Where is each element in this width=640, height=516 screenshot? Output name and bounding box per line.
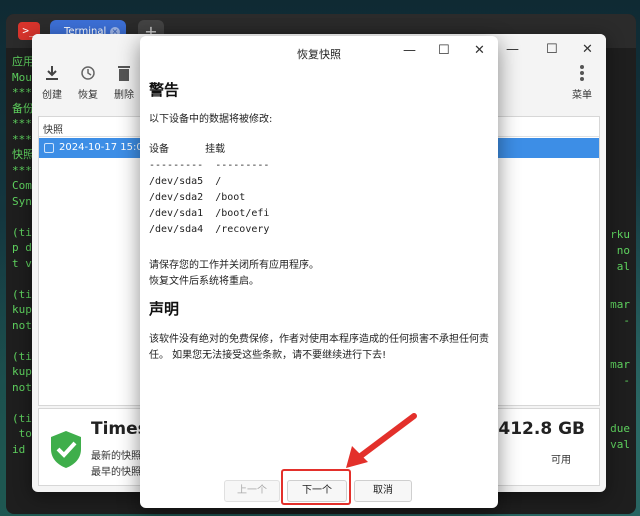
terminal-line-right: no bbox=[610, 244, 630, 257]
minimize-icon[interactable]: — bbox=[506, 42, 519, 57]
disclaimer-heading: 声明 bbox=[149, 300, 180, 318]
reboot-text: 恢复文件后系统将重启。 bbox=[149, 276, 259, 287]
terminal-line-right: - bbox=[616, 374, 630, 387]
clock-icon bbox=[81, 66, 95, 80]
annotation-arrow-icon bbox=[346, 413, 417, 468]
device-row: /dev/sda2 /boot bbox=[149, 192, 246, 203]
previous-button[interactable]: 上一个 bbox=[224, 480, 280, 502]
device-table-separator: --------- --------- bbox=[149, 160, 270, 171]
latest-snapshot-label: 最新的快照 bbox=[91, 451, 141, 462]
restore-button[interactable]: 恢复 bbox=[68, 64, 108, 101]
available-label: 可用 bbox=[551, 455, 571, 466]
snapshot-icon bbox=[44, 143, 54, 153]
more-vertical-icon bbox=[580, 65, 584, 81]
terminal-line-right: al bbox=[616, 260, 630, 273]
close-icon[interactable]: ✕ bbox=[582, 42, 593, 57]
snapshot-date: 2024-10-17 15:09 bbox=[59, 142, 150, 153]
maximize-icon[interactable]: ☐ bbox=[438, 43, 450, 58]
device-row: /dev/sda5 / bbox=[149, 176, 222, 187]
terminal-line-right: val bbox=[610, 438, 630, 451]
create-button[interactable]: 创建 bbox=[32, 64, 72, 101]
maximize-icon[interactable]: ☐ bbox=[546, 42, 558, 57]
oldest-snapshot-label: 最早的快照 bbox=[91, 467, 141, 478]
download-icon bbox=[46, 66, 58, 80]
device-row: /dev/sda4 /recovery bbox=[149, 224, 270, 235]
terminal-line-right: due bbox=[610, 422, 630, 435]
save-work-text: 请保存您的工作并关闭所有应用程序。 bbox=[149, 260, 319, 271]
warning-text: 以下设备中的数据将被修改: bbox=[149, 114, 273, 125]
minimize-icon[interactable]: — bbox=[403, 43, 416, 58]
menu-button[interactable]: 菜单 bbox=[562, 64, 602, 101]
device-table-header: 设备 挂载 bbox=[149, 144, 226, 155]
device-row: /dev/sda1 /boot/efi bbox=[149, 208, 270, 219]
terminal-line-right: mar bbox=[610, 298, 630, 311]
terminal-line-right: rku bbox=[610, 228, 630, 241]
terminal-line-right: - bbox=[616, 314, 630, 327]
terminal-line-right: mar bbox=[610, 358, 630, 371]
delete-button[interactable]: 删除 bbox=[104, 64, 144, 101]
close-icon[interactable]: ✕ bbox=[474, 43, 485, 58]
warning-heading: 警告 bbox=[149, 81, 180, 99]
cancel-button[interactable]: 取消 bbox=[354, 480, 412, 502]
disclaimer-text-2: 任。 如果您无法接受这些条款，请不要继续进行下去! bbox=[149, 350, 387, 361]
disclaimer-text-1: 该软件没有绝对的免费保修，作者对使用本程序造成的任何损害不承担任何责 bbox=[149, 334, 489, 345]
restore-dialog: 恢复快照 — ☐ ✕ 警告 以下设备中的数据将被修改: 设备 挂载 ------… bbox=[140, 36, 498, 508]
shield-check-icon bbox=[51, 431, 81, 468]
available-space: 412.8 GB bbox=[498, 419, 585, 439]
trash-icon bbox=[118, 66, 130, 81]
device-table: 设备 挂载 --------- --------- /dev/sda5 / /d… bbox=[149, 142, 269, 238]
